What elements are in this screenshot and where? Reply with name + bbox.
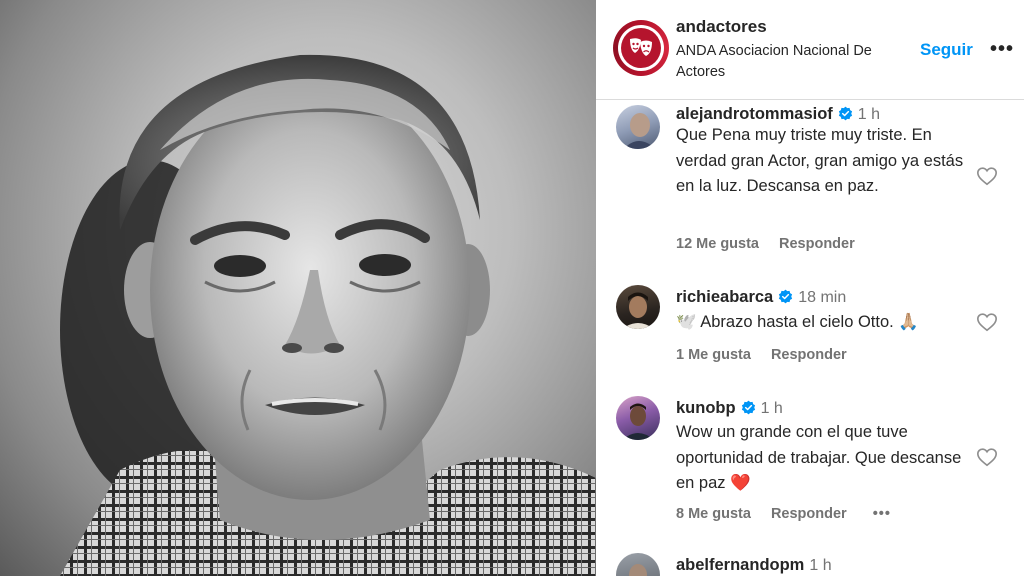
comment-text: Que Pena muy triste muy triste. En verda… [676,126,964,195]
comment-actions: 12 Me gusta Responder [676,236,855,252]
comment-username[interactable]: richieabarca 18 min [676,288,846,307]
more-horizontal-icon[interactable]: ••• [990,38,1014,61]
more-horizontal-icon[interactable]: ••• [873,506,891,522]
comment-text: Wow un grande con el que tuve oportunida… [676,423,962,492]
comments-panel: andactores ANDA Asociacion Nacional De A… [596,0,1024,576]
comment-username-text[interactable]: alejandrotommasiof [676,105,833,123]
verified-badge-icon [779,289,793,304]
comment-actions: 8 Me gusta Responder ••• [676,506,891,522]
verified-badge-icon [741,400,755,415]
follow-button[interactable]: Seguir [920,40,973,60]
reply-button[interactable]: Responder [771,506,847,522]
avatar-ring [618,25,664,71]
reply-button[interactable]: Responder [771,347,847,363]
account-avatar[interactable] [613,20,669,76]
like-heart-icon[interactable] [976,446,998,468]
comment-likes[interactable]: 1 Me gusta [676,347,751,363]
comment-likes[interactable]: 8 Me gusta [676,506,751,522]
comment-username[interactable]: kunobp 1 h [676,399,783,418]
comment-time: 1 h [760,400,783,417]
comment-username-text[interactable]: abelfernandopm [676,556,804,574]
reply-button[interactable]: Responder [779,236,855,252]
comment-username[interactable]: alejandrotommasiof 1 h [676,105,880,124]
avatar[interactable] [616,285,660,329]
avatar[interactable] [616,105,660,149]
comment-actions: 1 Me gusta Responder [676,347,847,363]
avatar[interactable] [616,396,660,440]
comment-username[interactable]: abelfernandopm 1 h [676,556,832,575]
theater-masks-icon [621,28,661,68]
comment-time: 1 h [809,557,832,574]
post-image [0,0,596,576]
portrait-illustration [60,54,596,576]
post-header: andactores ANDA Asociacion Nacional De A… [596,0,1024,100]
account-username[interactable]: andactores [676,17,767,37]
like-heart-icon[interactable] [976,165,998,187]
avatar[interactable] [616,553,660,576]
comment-time: 1 h [857,106,881,123]
comment-likes[interactable]: 12 Me gusta [676,236,759,252]
comment-username-text[interactable]: richieabarca [676,288,773,306]
comment-username-text[interactable]: kunobp [676,399,736,417]
like-heart-icon[interactable] [976,311,998,333]
verified-badge-icon [838,106,852,121]
comment-text: 🕊️ Abrazo hasta el cielo Otto. 🙏🏼 [676,313,919,331]
account-full-name: ANDA Asociacion Nacional De Actores [676,43,872,80]
comment-time: 18 min [798,289,847,306]
